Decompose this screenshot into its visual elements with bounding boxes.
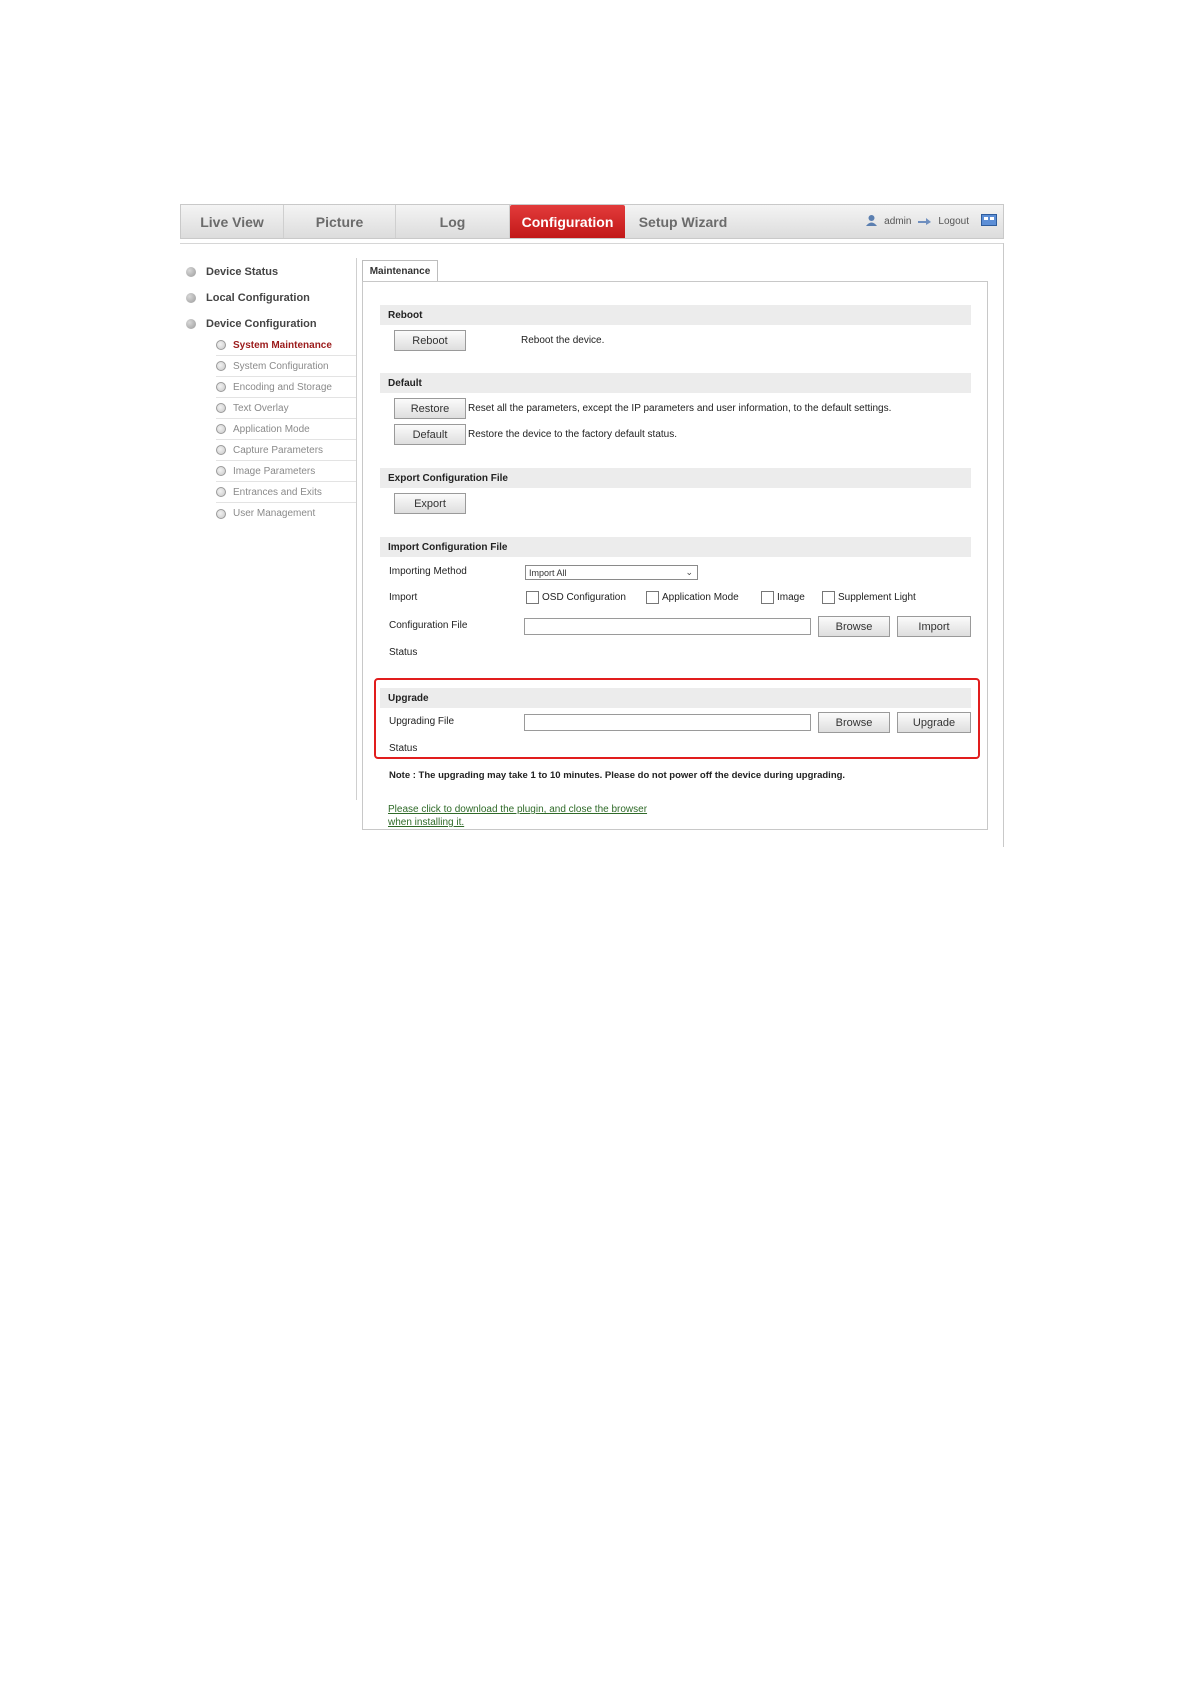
- sidebar-subitem-application-mode[interactable]: Application Mode: [216, 419, 356, 440]
- top-nav-bar: Live View Picture Log Configuration Setu…: [180, 204, 1004, 239]
- sidebar-subitem-label: System Maintenance: [233, 339, 332, 351]
- upgrade-note: Note : The upgrading may take 1 to 10 mi…: [389, 770, 846, 781]
- upgrading-file-input[interactable]: [524, 714, 811, 731]
- checkbox-osd-configuration[interactable]: [526, 591, 539, 604]
- frame-line-right: [1003, 243, 1004, 847]
- checkbox-image[interactable]: [761, 591, 774, 604]
- radio-bullet-icon: [216, 382, 226, 392]
- importing-method-select[interactable]: Import All ⌄: [525, 565, 698, 580]
- plugin-link-line1: Please click to download the plugin, and…: [388, 804, 648, 815]
- upgrade-browse-button[interactable]: Browse: [818, 712, 890, 733]
- sidebar-subitem-entrances-and-exits[interactable]: Entrances and Exits: [216, 482, 356, 503]
- sidebar-item-device-status[interactable]: Device Status: [186, 266, 278, 278]
- import-option-application-mode[interactable]: Application Mode: [646, 591, 739, 604]
- section-upgrade-header: Upgrade: [380, 688, 971, 708]
- username: admin: [884, 216, 912, 227]
- sidebar-subitem-label: Text Overlay: [233, 402, 289, 414]
- tab-maintenance[interactable]: Maintenance: [362, 260, 438, 282]
- option-label: Application Mode: [662, 592, 739, 603]
- import-option-image[interactable]: Image: [761, 591, 805, 604]
- importing-method-label: Importing Method: [389, 566, 467, 577]
- import-option-osd[interactable]: OSD Configuration: [526, 591, 626, 604]
- default-description: Restore the device to the factory defaul…: [468, 429, 678, 440]
- radio-bullet-icon: [216, 508, 226, 519]
- tab-log[interactable]: Log: [396, 205, 510, 238]
- section-import-header: Import Configuration File: [380, 537, 971, 557]
- sidebar-item-label: Device Status: [206, 266, 279, 278]
- sidebar-item-device-configuration[interactable]: Device Configuration: [186, 318, 317, 330]
- import-label: Import: [389, 592, 418, 603]
- sidebar-subitem-system-configuration[interactable]: System Configuration: [216, 356, 356, 377]
- logout-icon[interactable]: [917, 215, 932, 229]
- sidebar-subitem-label: Entrances and Exits: [233, 486, 322, 498]
- config-browse-button[interactable]: Browse: [818, 616, 890, 637]
- sidebar-subitem-system-maintenance[interactable]: System Maintenance: [216, 335, 356, 356]
- section-export-header: Export Configuration File: [380, 468, 971, 488]
- bullet-icon: [186, 293, 196, 303]
- import-option-supplement-light[interactable]: Supplement Light: [822, 591, 916, 604]
- import-status-label: Status: [389, 647, 418, 658]
- option-label: Supplement Light: [838, 592, 916, 603]
- sidebar-subitem-label: Application Mode: [233, 423, 310, 435]
- chevron-down-icon: ⌄: [685, 567, 693, 577]
- option-label: OSD Configuration: [542, 592, 626, 603]
- radio-bullet-icon: [216, 424, 226, 434]
- sidebar-subitem-label: Encoding and Storage: [233, 381, 332, 393]
- import-button[interactable]: Import: [897, 616, 971, 637]
- sidebar-subitem-label: Image Parameters: [233, 465, 316, 477]
- checkbox-application-mode[interactable]: [646, 591, 659, 604]
- option-label: Image: [777, 592, 805, 603]
- radio-bullet-icon: [216, 403, 226, 413]
- restore-description: Reset all the parameters, except the IP …: [468, 403, 892, 414]
- sidebar-subitem-image-parameters[interactable]: Image Parameters: [216, 461, 356, 482]
- sidebar-subitem-label: System Configuration: [233, 360, 329, 372]
- tab-configuration[interactable]: Configuration: [510, 205, 625, 238]
- plugin-download-link[interactable]: Please click to download the plugin, and…: [388, 803, 647, 829]
- user-area: admin Logout: [865, 205, 1003, 238]
- tab-picture[interactable]: Picture: [284, 205, 396, 238]
- radio-bullet-icon: [216, 340, 226, 350]
- sidebar-item-local-configuration[interactable]: Local Configuration: [186, 292, 310, 304]
- section-default-header: Default: [380, 373, 971, 393]
- bullet-icon: [186, 267, 196, 277]
- sidebar-subitem-label: User Management: [233, 508, 316, 519]
- upgrade-button[interactable]: Upgrade: [897, 712, 971, 733]
- importing-method-value: Import All: [529, 567, 567, 578]
- checkbox-supplement-light[interactable]: [822, 591, 835, 604]
- sidebar-subitem-encoding-and-storage[interactable]: Encoding and Storage: [216, 377, 356, 398]
- export-button[interactable]: Export: [394, 493, 466, 514]
- frame-line-top: [180, 243, 1004, 244]
- restore-button[interactable]: Restore: [394, 398, 466, 419]
- sidebar-item-label: Local Configuration: [206, 292, 310, 304]
- default-button[interactable]: Default: [394, 424, 466, 445]
- plugin-link-line2: when installing it.: [388, 817, 465, 828]
- tab-setup-wizard[interactable]: Setup Wizard: [625, 205, 741, 238]
- radio-bullet-icon: [216, 361, 226, 371]
- reboot-button[interactable]: Reboot: [394, 330, 466, 351]
- reboot-description: Reboot the device.: [521, 335, 605, 346]
- configuration-file-input[interactable]: [524, 618, 811, 635]
- configuration-file-label: Configuration File: [389, 620, 468, 631]
- sidebar-subitem-user-management[interactable]: User Management: [216, 503, 356, 524]
- upgrading-file-label: Upgrading File: [389, 716, 455, 727]
- radio-bullet-icon: [216, 487, 226, 497]
- window-icon[interactable]: [981, 214, 997, 229]
- upgrade-status-label: Status: [389, 743, 418, 754]
- sidebar-subitem-capture-parameters[interactable]: Capture Parameters: [216, 440, 356, 461]
- sidebar-item-label: Device Configuration: [206, 318, 317, 330]
- sidebar-subitem-label: Capture Parameters: [233, 444, 324, 456]
- user-icon: [865, 214, 878, 230]
- bullet-icon: [186, 319, 196, 329]
- sidebar-subitem-text-overlay[interactable]: Text Overlay: [216, 398, 356, 419]
- logout-link[interactable]: Logout: [938, 216, 969, 227]
- tab-live-view[interactable]: Live View: [181, 205, 284, 238]
- sidebar-divider: [356, 258, 357, 800]
- section-reboot-header: Reboot: [380, 305, 971, 325]
- radio-bullet-icon: [216, 466, 226, 476]
- radio-bullet-icon: [216, 445, 226, 455]
